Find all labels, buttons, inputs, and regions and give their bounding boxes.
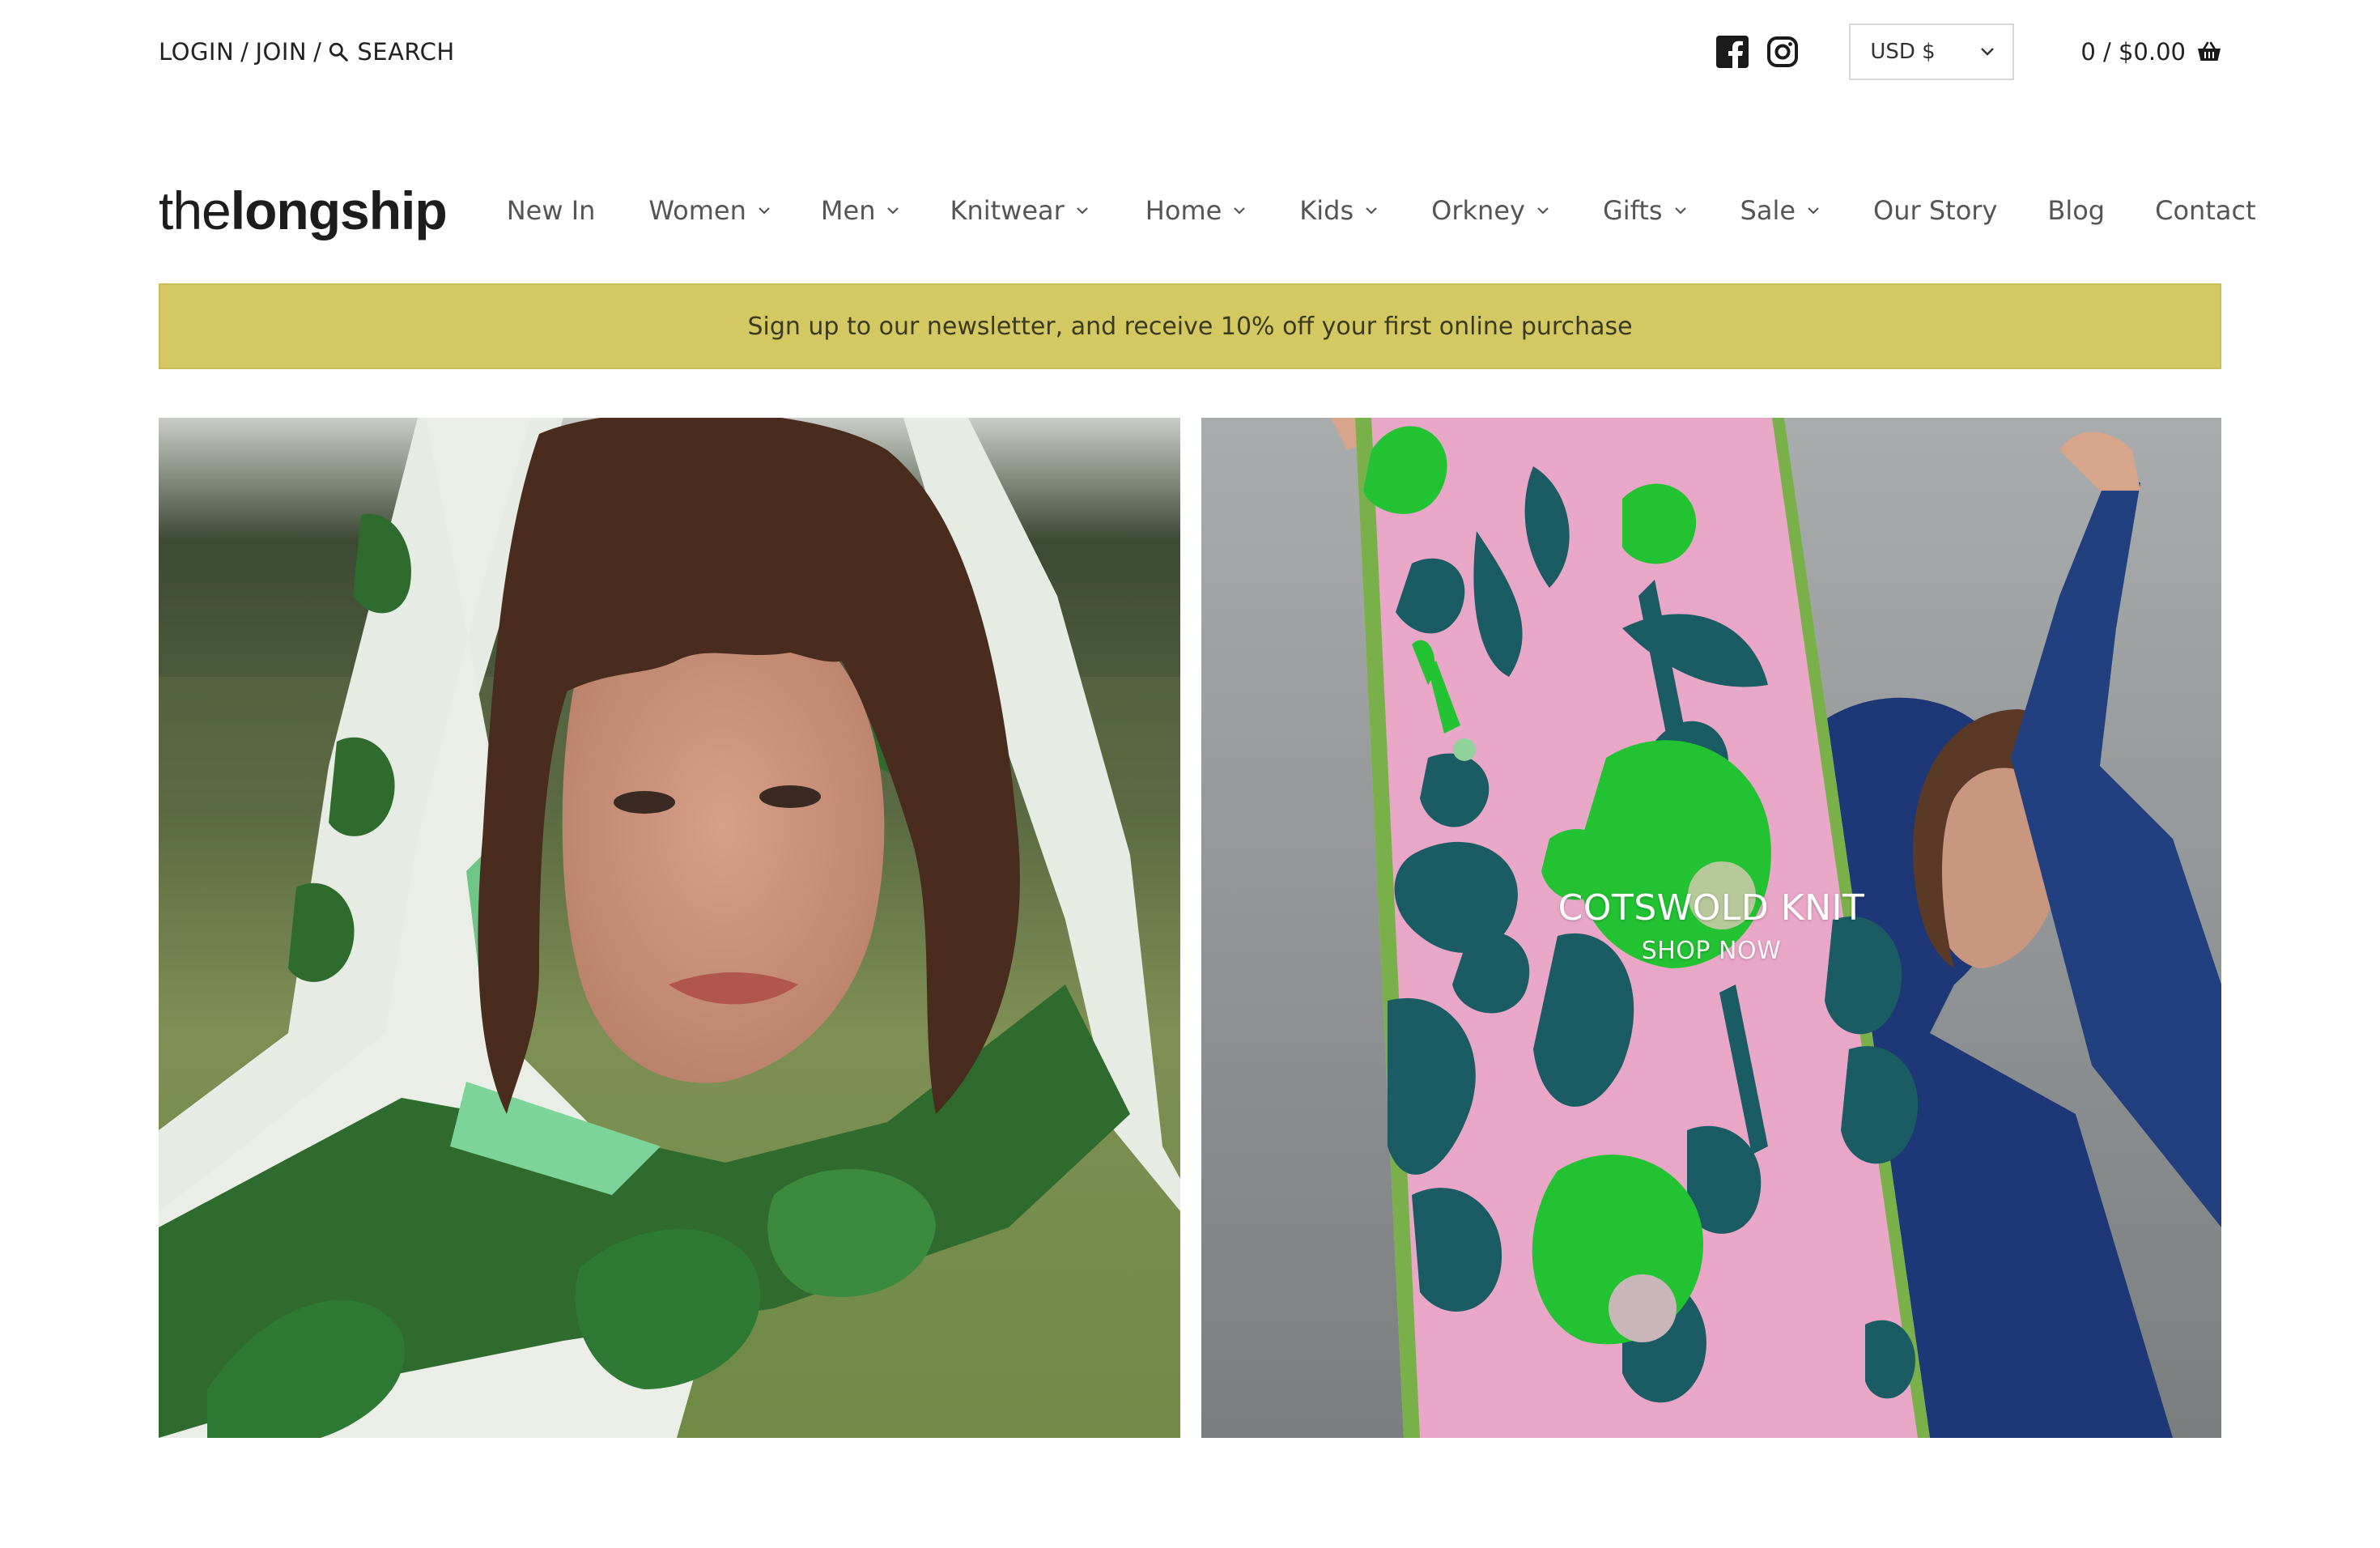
- chevron-down-icon: [1077, 207, 1088, 215]
- chevron-down-icon: [1808, 207, 1819, 215]
- nav-item-contact[interactable]: Contact: [2155, 195, 2256, 226]
- search-link[interactable]: SEARCH: [328, 38, 454, 66]
- nav-item-kids[interactable]: Kids: [1299, 195, 1378, 226]
- nav-item-knitwear[interactable]: Knitwear: [950, 195, 1088, 226]
- nav-item-label: Contact: [2155, 195, 2256, 226]
- hero-title: COTSWOLD KNIT: [1558, 887, 1865, 929]
- nav-item-label: Orkney: [1431, 195, 1525, 226]
- newsletter-banner[interactable]: Sign up to our newsletter, and receive 1…: [159, 283, 2221, 369]
- nav-item-sale[interactable]: Sale: [1740, 195, 1821, 226]
- nav-item-orkney[interactable]: Orkney: [1431, 195, 1549, 226]
- facebook-icon[interactable]: [1716, 36, 1749, 68]
- search-label: SEARCH: [357, 38, 455, 66]
- nav-item-label: Home: [1145, 195, 1222, 226]
- logo-light-text: the: [159, 181, 232, 240]
- search-icon: [329, 42, 349, 62]
- separator: /: [240, 38, 249, 66]
- shop-now-link[interactable]: SHOP NOW: [1201, 937, 2221, 965]
- chevron-down-icon: [887, 207, 899, 215]
- utility-right: USD $ 0 / $0.00: [1716, 23, 2221, 80]
- login-link[interactable]: LOGIN: [159, 38, 234, 66]
- cart-link[interactable]: 0 / $0.00: [2080, 38, 2221, 66]
- nav-item-label: Blog: [2047, 195, 2106, 226]
- utility-bar: LOGIN / JOIN / SEARCH USD $ 0 / $0.00: [159, 19, 2221, 84]
- nav-item-women[interactable]: Women: [648, 195, 770, 226]
- nav-item-new-in[interactable]: New In: [507, 195, 596, 226]
- main-nav: New In Women Men Knitwear Home Kids Orkney Gift…: [507, 195, 2256, 226]
- nav-item-label: Gifts: [1602, 195, 1663, 226]
- nav-item-gifts[interactable]: Gifts: [1603, 195, 1687, 226]
- chevron-down-icon: [1674, 207, 1686, 215]
- nav-item-label: Men: [820, 195, 876, 226]
- nav-item-label: Our Story: [1873, 195, 1998, 226]
- chevron-down-icon: [1537, 207, 1549, 215]
- hero-overlay[interactable]: COTSWOLD KNIT SHOP NOW: [1201, 887, 2221, 965]
- hero-image-right[interactable]: COTSWOLD KNIT SHOP NOW: [1201, 418, 2221, 1438]
- currency-select[interactable]: USD $: [1849, 23, 2015, 80]
- nav-item-our-story[interactable]: Our Story: [1873, 195, 1997, 226]
- chevron-down-icon: [1981, 48, 1995, 56]
- newsletter-banner-text: Sign up to our newsletter, and receive 1…: [747, 312, 1633, 341]
- nav-item-home[interactable]: Home: [1145, 195, 1247, 226]
- nav-item-blog[interactable]: Blog: [2047, 195, 2105, 226]
- nav-item-label: Kids: [1299, 195, 1354, 226]
- hero-image-left[interactable]: [159, 418, 1180, 1438]
- site-logo[interactable]: thelongship: [159, 180, 448, 241]
- instagram-icon[interactable]: [1766, 36, 1799, 68]
- basket-icon: [2198, 41, 2221, 61]
- chevron-down-icon: [1234, 207, 1246, 215]
- chevron-down-icon: [759, 207, 770, 215]
- nav-item-men[interactable]: Men: [821, 195, 900, 226]
- nav-item-label: Knitwear: [950, 195, 1065, 226]
- account-links: LOGIN / JOIN / SEARCH: [159, 38, 455, 66]
- logo-bold-text: longship: [230, 181, 448, 240]
- nav-item-label: Women: [648, 195, 746, 226]
- currency-value: USD $: [1870, 40, 1936, 64]
- nav-item-label: Sale: [1740, 195, 1796, 226]
- scarf-portrait-image: [159, 418, 1180, 1438]
- main-header: thelongship New In Women Men Knitwear Home Ki…: [159, 162, 2256, 259]
- chevron-down-icon: [1366, 207, 1377, 215]
- cart-summary: 0 / $0.00: [2080, 38, 2186, 66]
- nav-item-label: New In: [506, 195, 596, 226]
- join-link[interactable]: JOIN: [255, 38, 307, 66]
- separator: /: [313, 38, 322, 66]
- social-links: [1716, 36, 1799, 68]
